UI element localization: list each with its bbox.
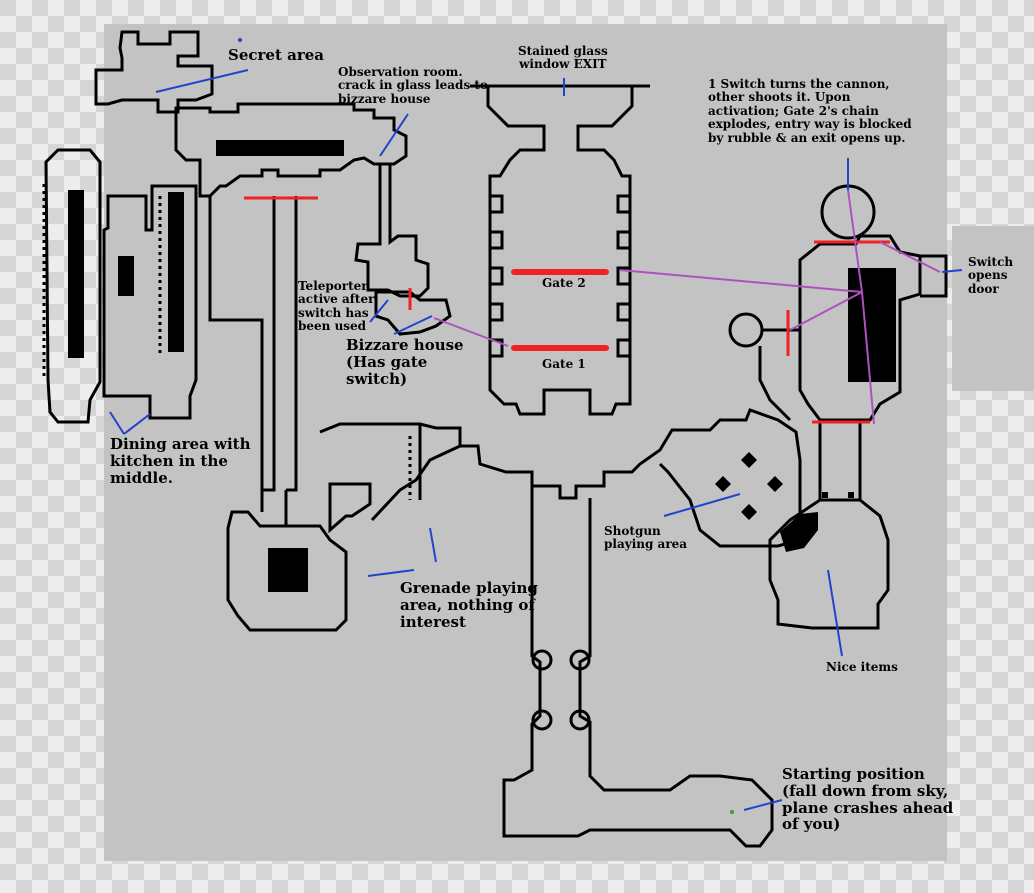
leader-start <box>743 799 783 811</box>
trigger-gate-2 <box>619 269 863 293</box>
label-dining-area: Dining area with kitchen in the middle. <box>110 435 251 487</box>
observation-glass <box>216 140 344 156</box>
dining-table <box>168 192 184 352</box>
central-hub <box>319 408 802 548</box>
west-side-chamber <box>728 312 764 348</box>
observation-tube <box>354 164 430 298</box>
label-observation-room: Observation room. crack in glass leads t… <box>338 65 488 106</box>
leader-dining-b <box>123 413 151 435</box>
shotgun-pillars <box>715 452 783 520</box>
bizzare-house <box>374 290 452 336</box>
label-teleporter: Teleporter active after switch has been … <box>298 279 375 334</box>
start-marker <box>730 810 734 814</box>
pillar-small <box>822 492 828 498</box>
leader-grenade-a <box>367 569 415 577</box>
label-switch-opens-door: Switch opens door <box>968 255 1014 296</box>
east-switch-alcove <box>920 254 948 298</box>
label-grenade-area: Grenade playing area, nothing of interes… <box>400 579 538 631</box>
label-bizzare-house: Bizzare house (Has gate switch) <box>346 336 464 388</box>
label-stained-glass: Stained glass window EXIT <box>518 44 608 72</box>
label-starting-position: Starting position (fall down from sky, p… <box>782 765 954 834</box>
pillar-small <box>848 492 854 498</box>
kitchen-block <box>118 256 134 296</box>
label-nice-items: Nice items <box>826 660 898 674</box>
label-shotgun-area: Shotgun playing area <box>604 524 688 552</box>
cannon-link <box>758 328 800 422</box>
secret-area-room <box>94 30 214 114</box>
leader-grenade-b <box>429 527 437 563</box>
cannon-block <box>848 268 896 382</box>
items-link <box>818 420 862 500</box>
label-secret-area: Secret area <box>228 46 324 64</box>
secret-marker <box>238 38 242 42</box>
grenade-pit <box>268 548 308 592</box>
leader-dining-a <box>109 411 125 435</box>
label-gate-2: Gate 2 <box>542 276 586 290</box>
label-cannon-switch: 1 Switch turns the cannon, other shoots … <box>708 77 912 145</box>
leader-secret <box>155 69 249 93</box>
label-gate-1: Gate 1 <box>542 357 586 371</box>
nice-items-room <box>768 498 890 630</box>
rubble <box>780 512 818 552</box>
dining-strip-outer <box>68 190 84 358</box>
leader-shotgun <box>663 493 741 517</box>
leader-items <box>827 569 843 657</box>
